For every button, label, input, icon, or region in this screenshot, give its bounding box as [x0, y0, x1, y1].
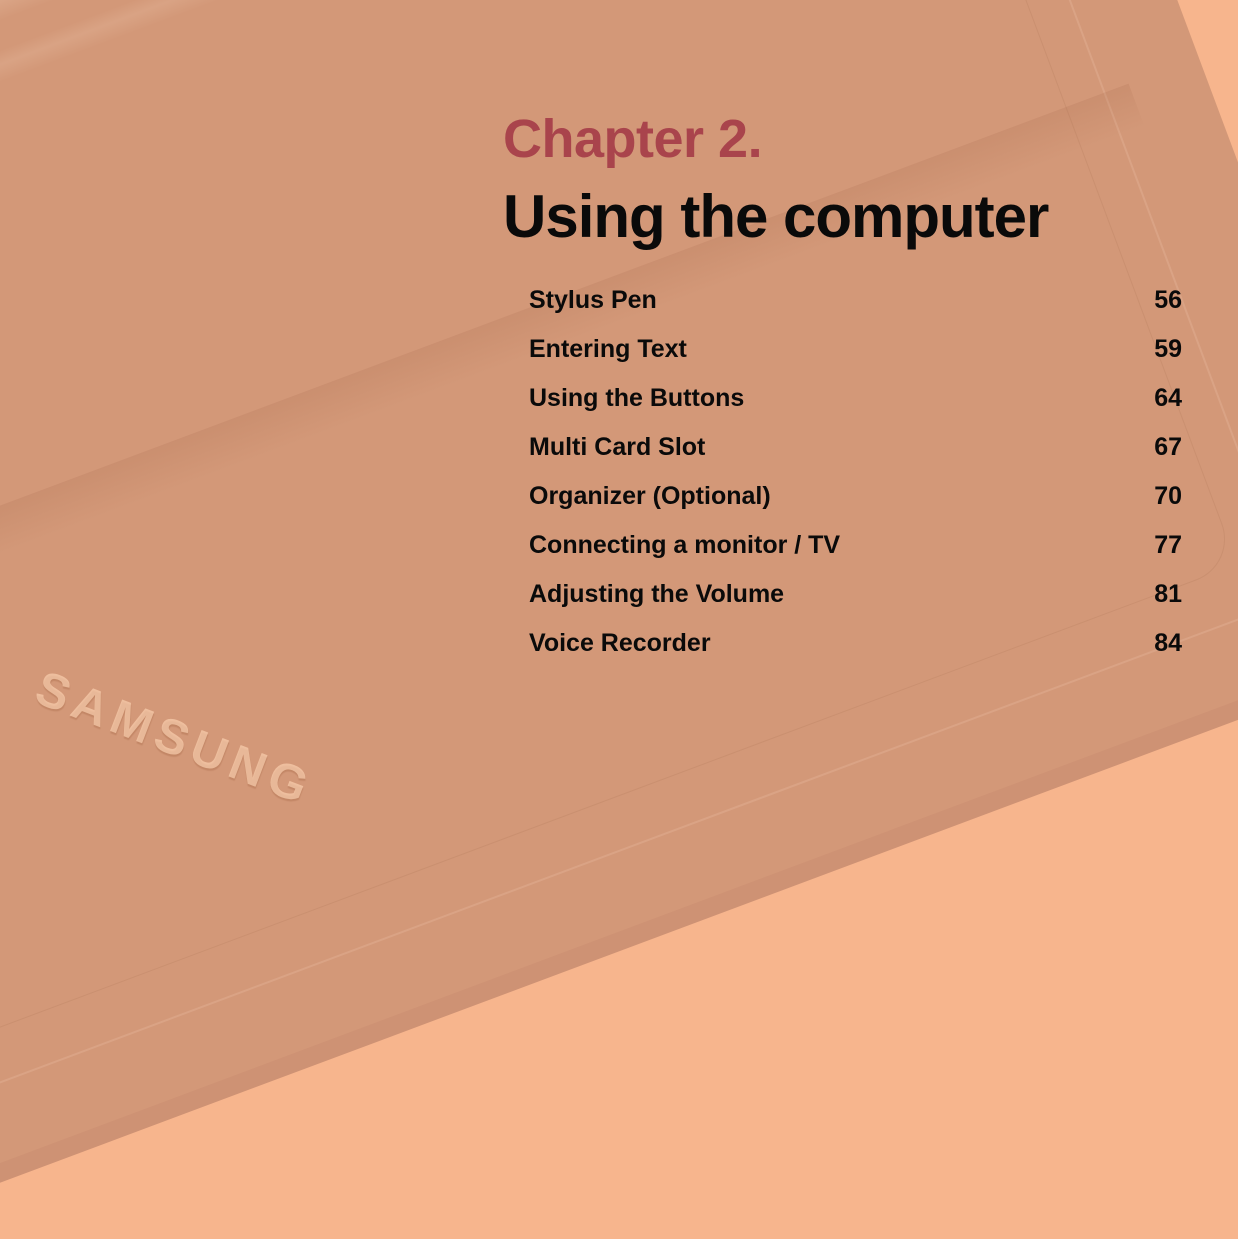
toc-entry-label: Entering Text: [529, 335, 687, 363]
toc-entry[interactable]: Organizer (Optional) 70: [529, 482, 1182, 531]
toc-entry-label: Stylus Pen: [529, 286, 657, 314]
page-title: Using the computer: [503, 183, 1049, 250]
toc-entry[interactable]: Connecting a monitor / TV 77: [529, 531, 1182, 580]
chapter-divider-page: SAMSUNG Chapter 2. Using the computer St…: [0, 0, 1238, 1239]
toc-entry-page: 56: [1154, 286, 1182, 314]
toc-entry[interactable]: Stylus Pen 56: [529, 286, 1182, 335]
table-of-contents: Stylus Pen 56 Entering Text 59 Using the…: [529, 286, 1182, 678]
chapter-number-label: Chapter 2.: [503, 109, 763, 169]
toc-entry-page: 70: [1154, 482, 1182, 510]
toc-entry-page: 64: [1154, 384, 1182, 412]
toc-entry[interactable]: Entering Text 59: [529, 335, 1182, 384]
toc-entry-label: Using the Buttons: [529, 384, 745, 412]
toc-entry[interactable]: Multi Card Slot 67: [529, 433, 1182, 482]
toc-entry-label: Adjusting the Volume: [529, 580, 785, 608]
toc-entry[interactable]: Adjusting the Volume 81: [529, 580, 1182, 629]
toc-entry-page: 67: [1154, 433, 1182, 461]
toc-entry[interactable]: Using the Buttons 64: [529, 384, 1182, 433]
toc-entry-label: Organizer (Optional): [529, 482, 771, 510]
toc-entry-page: 81: [1154, 580, 1182, 608]
page-content: Chapter 2. Using the computer Stylus Pen…: [0, 0, 1238, 1239]
toc-entry[interactable]: Voice Recorder 84: [529, 629, 1182, 678]
toc-entry-label: Connecting a monitor / TV: [529, 531, 841, 559]
toc-entry-page: 77: [1154, 531, 1182, 559]
toc-entry-label: Multi Card Slot: [529, 433, 706, 461]
toc-entry-page: 59: [1154, 335, 1182, 363]
toc-entry-page: 84: [1154, 629, 1182, 657]
toc-entry-label: Voice Recorder: [529, 629, 711, 657]
